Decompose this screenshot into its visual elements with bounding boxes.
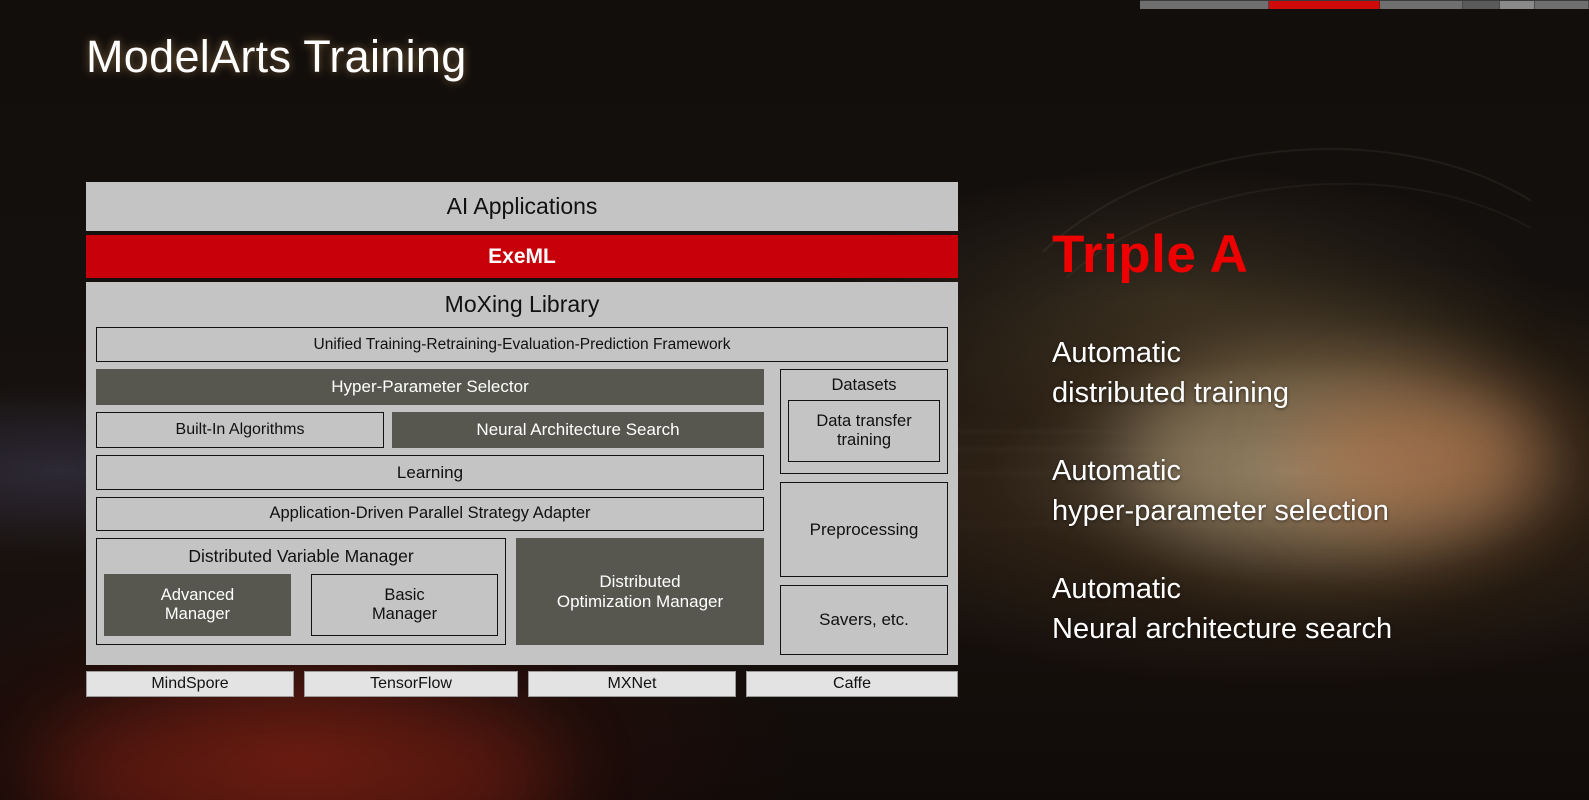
box-built-in-algorithms: Built-In Algorithms <box>96 412 384 448</box>
layer-ai-applications: AI Applications <box>86 182 958 231</box>
benefit-neural-architecture-search: Automatic Neural architecture search <box>1052 573 1393 646</box>
box-basic-manager: Basic Manager <box>311 574 498 636</box>
distributed-variable-manager-title: Distributed Variable Manager <box>188 546 414 566</box>
group-distributed-variable-manager: Distributed Variable Manager Advanced Man… <box>96 538 506 645</box>
box-data-transfer-training: Data transfer training <box>788 400 940 462</box>
box-learning: Learning <box>96 455 764 490</box>
box-neural-architecture-search: Neural Architecture Search <box>392 412 764 448</box>
box-preprocessing: Preprocessing <box>780 482 948 577</box>
algorithms-row: Built-In Algorithms Neural Architecture … <box>96 412 764 448</box>
framework-mindspore: MindSpore <box>86 671 294 697</box>
triple-a-heading: Triple A <box>1052 225 1249 284</box>
moxing-library-title: MoXing Library <box>444 291 600 317</box>
box-distributed-optimization-manager: Distributed Optimization Manager <box>516 538 764 645</box>
box-application-driven-parallel-strategy-adapter: Application-Driven Parallel Strategy Ada… <box>96 497 764 531</box>
group-datasets: Datasets Data transfer training <box>780 369 948 474</box>
box-hyper-parameter-selector: Hyper-Parameter Selector <box>96 369 764 405</box>
framework-caffe: Caffe <box>746 671 958 697</box>
framework-tensorflow: TensorFlow <box>304 671 518 697</box>
benefit-distributed-training: Automatic distributed training <box>1052 337 1289 410</box>
right-panel: Triple A Automatic distributed training A… <box>1052 228 1552 649</box>
moxing-right-column: Datasets Data transfer training Preproces… <box>780 369 948 655</box>
framework-row: MindSpore TensorFlow MXNet Caffe <box>86 671 958 697</box>
architecture-diagram: AI Applications ExeML MoXing Library Uni… <box>86 182 958 697</box>
clipped-toolbar[interactable] <box>1140 0 1589 9</box>
box-unified-framework: Unified Training-Retraining-Evaluation-P… <box>96 327 948 362</box>
toolbar-segment-active[interactable] <box>1269 1 1380 9</box>
managers-row: Distributed Variable Manager Advanced Man… <box>96 538 764 645</box>
box-advanced-manager: Advanced Manager <box>104 574 291 636</box>
benefit-hyper-parameter-selection: Automatic hyper-parameter selection <box>1052 455 1389 528</box>
toolbar-segment[interactable] <box>1535 1 1589 9</box>
datasets-title: Datasets <box>831 376 897 394</box>
layer-moxing-library: MoXing Library Unified Training-Retraini… <box>86 282 958 665</box>
toolbar-segment[interactable] <box>1380 1 1463 9</box>
toolbar-segment[interactable] <box>1500 1 1535 9</box>
framework-mxnet: MXNet <box>528 671 736 697</box>
box-savers: Savers, etc. <box>780 585 948 655</box>
toolbar-segment[interactable] <box>1463 1 1500 9</box>
page-title: ModelArts Training <box>86 31 467 82</box>
toolbar-segment[interactable] <box>1140 1 1269 9</box>
layer-exeml: ExeML <box>86 235 958 278</box>
moxing-left-column: Hyper-Parameter Selector Built-In Algori… <box>96 369 764 655</box>
